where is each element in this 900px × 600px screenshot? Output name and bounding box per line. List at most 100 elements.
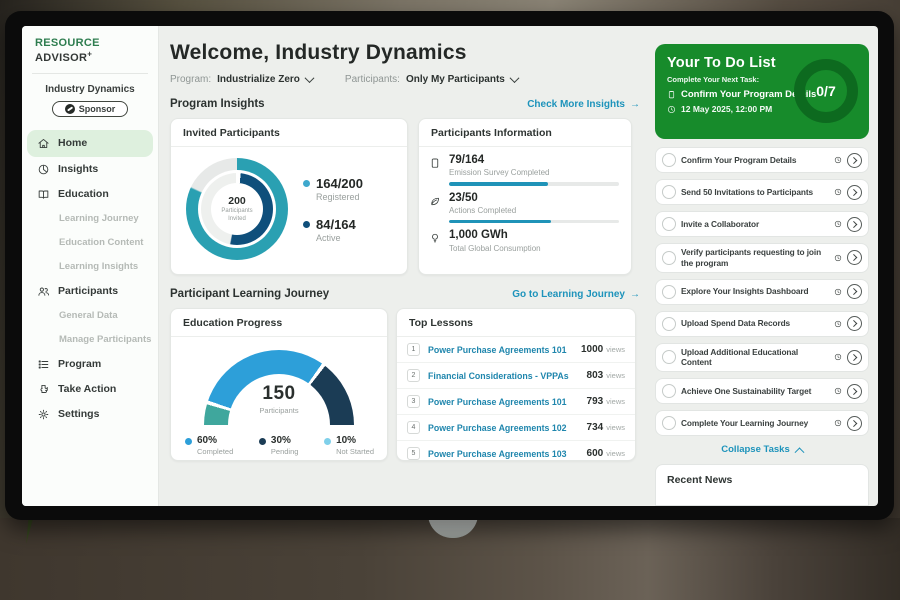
lesson-row: 4 Power Purchase Agreements 102 734 view… [397, 415, 635, 441]
sidebar-item-learning-journey[interactable]: Learning Journey [22, 207, 158, 231]
lesson-rank: 1 [407, 343, 420, 356]
task-item: Invite a Collaborator [655, 211, 869, 237]
task-checkbox[interactable] [662, 416, 676, 430]
monitor-bezel: RESOURCE ADVISOR+ Industry Dynamics Spon… [5, 11, 894, 520]
book-icon [37, 188, 50, 201]
task-checkbox[interactable] [662, 153, 676, 167]
sidebar-item-home[interactable]: Home [27, 130, 153, 157]
task-checkbox[interactable] [662, 285, 676, 299]
section-program-insights: Program Insights [170, 98, 265, 110]
invited-participants-card: Invited Participants 200 ParticipantsInv… [170, 118, 408, 275]
sidebar-item-general-data[interactable]: General Data [22, 304, 158, 328]
task-open-button[interactable] [847, 384, 862, 399]
participants-dropdown[interactable]: Participants: Only My Participants [345, 74, 518, 85]
task-item: Explore Your Insights Dashboard [655, 279, 869, 305]
legend-dot [303, 180, 310, 187]
sidebar-item-education-content[interactable]: Education Content [22, 231, 158, 255]
actions-progress-bar [449, 220, 619, 224]
task-item: Verify participants requesting to join t… [655, 243, 869, 273]
task-open-button[interactable] [847, 217, 862, 232]
clipboard-icon [667, 90, 676, 99]
lesson-rank: 2 [407, 369, 420, 382]
task-open-button[interactable] [847, 250, 862, 265]
gauge-legend: 60%Completed 30%Pending 10%Not Started [171, 426, 387, 456]
info-row-actions: 23/50 Actions Completed [429, 192, 619, 224]
sidebar-item-manage-participants[interactable]: Manage Participants [22, 328, 158, 352]
task-open-button[interactable] [847, 284, 862, 299]
task-checkbox[interactable] [662, 251, 676, 265]
lesson-link[interactable]: Power Purchase Agreements 101 [428, 397, 587, 407]
task-item: Upload Additional Educational Content [655, 343, 869, 373]
clock-icon [834, 220, 842, 228]
sidebar: RESOURCE ADVISOR+ Industry Dynamics Spon… [22, 26, 159, 506]
legend-registered: 164/200 Registered [303, 176, 363, 202]
clock-icon [834, 320, 842, 328]
app-screen: RESOURCE ADVISOR+ Industry Dynamics Spon… [22, 26, 878, 506]
list-icon [37, 358, 50, 371]
legend-dot [259, 438, 266, 445]
task-checkbox[interactable] [662, 384, 676, 398]
clock-icon [834, 387, 842, 395]
lesson-rank: 4 [407, 421, 420, 434]
legend-dot [185, 438, 192, 445]
task-checkbox[interactable] [662, 317, 676, 331]
info-row-consumption: 1,000 GWh Total Global Consumption [429, 229, 619, 252]
legend-active: 84/164 Active [303, 217, 363, 243]
invited-donut-chart: 200 ParticipantsInvited [186, 158, 288, 260]
clock-icon [834, 419, 842, 427]
task-item: Send 50 Invitations to Participants [655, 179, 869, 205]
lesson-link[interactable]: Power Purchase Agreements 103 [428, 449, 587, 459]
divider [32, 73, 148, 74]
collapse-tasks-link[interactable]: Collapse Tasks [655, 444, 869, 455]
sidebar-item-insights[interactable]: Insights [22, 157, 158, 182]
sidebar-item-learning-insights[interactable]: Learning Insights [22, 255, 158, 279]
task-open-button[interactable] [847, 153, 862, 168]
card-title: Top Lessons [397, 309, 635, 337]
task-item: Complete Your Learning Journey [655, 410, 869, 436]
task-open-button[interactable] [847, 185, 862, 200]
clock-icon [834, 353, 842, 361]
lesson-row: 2 Financial Considerations - VPPAs 803 v… [397, 363, 635, 389]
legend-dot [303, 221, 310, 228]
clock-icon [667, 105, 676, 114]
logo-secondary: ADVISOR+ [35, 52, 92, 64]
section-learning-journey: Participant Learning Journey [170, 288, 329, 300]
lesson-link[interactable]: Financial Considerations - VPPAs [428, 371, 587, 381]
chevron-up-icon [794, 448, 804, 458]
legend-pending: 30%Pending [259, 435, 299, 456]
go-to-learning-journey-link[interactable]: Go to Learning Journey → [512, 289, 640, 300]
top-lessons-card: Top Lessons 1 Power Purchase Agreements … [396, 308, 636, 461]
donut-center-value: 200 [228, 195, 246, 207]
task-checkbox[interactable] [662, 350, 676, 364]
clock-icon [834, 288, 842, 296]
gauge-center-label: Participants [204, 406, 354, 415]
task-open-button[interactable] [847, 416, 862, 431]
home-icon [37, 137, 50, 150]
sponsor-icon [65, 104, 75, 114]
todo-counter: 0/7 [816, 83, 835, 99]
sidebar-item-take-action[interactable]: Take Action [22, 377, 158, 402]
sponsor-badge[interactable]: Sponsor [52, 101, 128, 117]
recent-news-card: Recent News [655, 464, 869, 506]
puzzle-icon [37, 383, 50, 396]
card-title: Education Progress [171, 309, 387, 337]
sidebar-item-settings[interactable]: Settings [22, 402, 158, 427]
sidebar-item-participants[interactable]: Participants [22, 279, 158, 304]
sidebar-item-program[interactable]: Program [22, 352, 158, 377]
task-checkbox[interactable] [662, 185, 676, 199]
sidebar-nav: Home Insights Education Learning Journey… [22, 130, 158, 427]
task-open-button[interactable] [847, 316, 862, 331]
lesson-row: 5 Power Purchase Agreements 103 600 view… [397, 441, 635, 461]
program-dropdown[interactable]: Program: Industrialize Zero [170, 74, 313, 85]
arrow-right-icon: → [630, 99, 640, 110]
task-open-button[interactable] [847, 350, 862, 365]
check-more-insights-link[interactable]: Check More Insights → [527, 99, 640, 110]
lesson-link[interactable]: Power Purchase Agreements 102 [428, 423, 587, 433]
lesson-link[interactable]: Power Purchase Agreements 101 [428, 345, 581, 355]
education-progress-card: Education Progress 150 Participants 60%C… [170, 308, 388, 461]
org-name: Industry Dynamics [22, 84, 158, 95]
donut-legend: 164/200 Registered 84/164 Active [303, 176, 363, 243]
todo-panel: Your To Do List Complete Your Next Task:… [652, 26, 878, 506]
task-checkbox[interactable] [662, 217, 676, 231]
sidebar-item-education[interactable]: Education [22, 182, 158, 207]
